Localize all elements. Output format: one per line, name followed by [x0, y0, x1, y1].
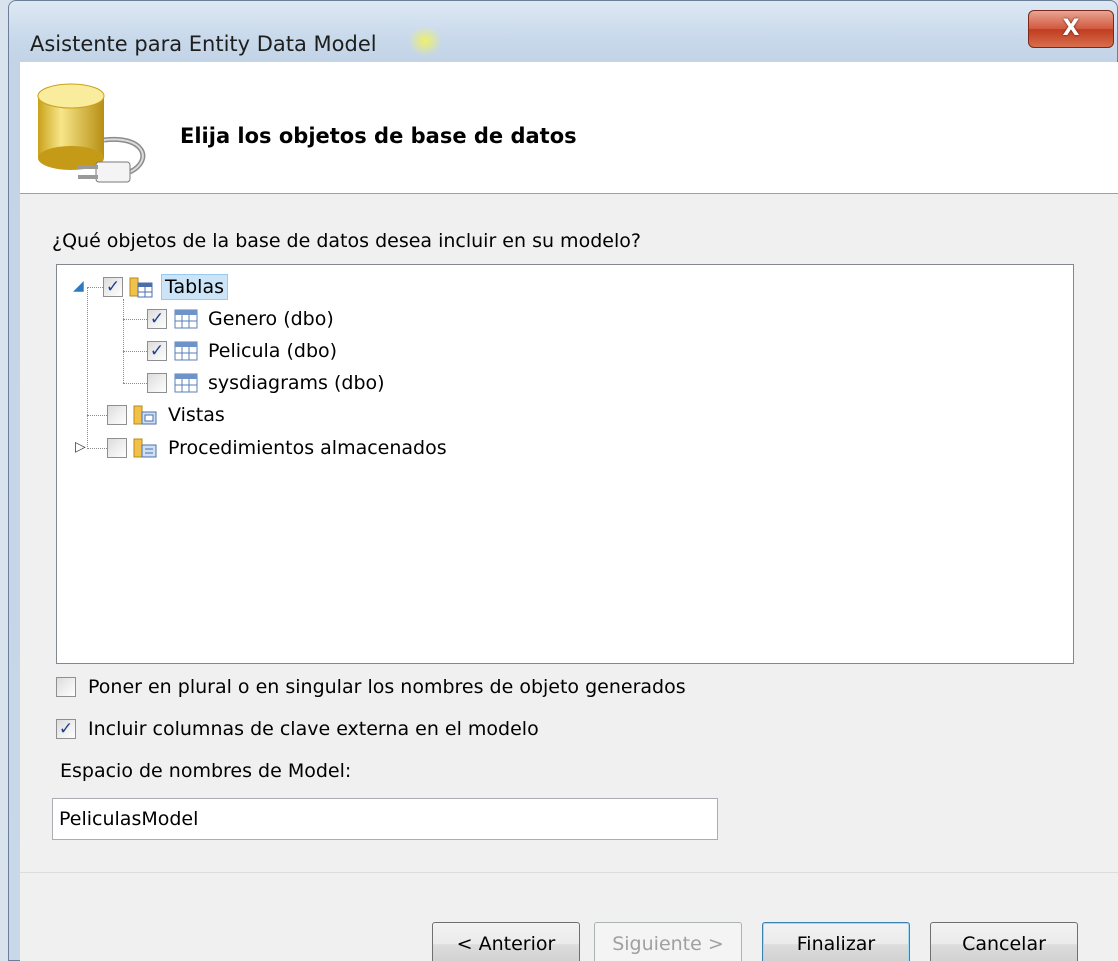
question-label: ¿Qué objetos de la base de datos desea i… [52, 230, 641, 252]
tree-connector [87, 448, 107, 449]
tree-node-tables-label: Tablas [161, 274, 228, 300]
table-icon [174, 309, 198, 329]
foreign-keys-checkbox[interactable]: ✓ [56, 719, 76, 739]
pluralize-label: Poner en plural o en singular los nombre… [88, 676, 686, 698]
tree-node-procedures-label: Procedimientos almacenados [168, 437, 447, 459]
footer-divider [20, 872, 1118, 873]
tree-connector [123, 319, 147, 320]
tree-connector [123, 383, 147, 384]
wizard-header: Elija los objetos de base de datos [20, 62, 1118, 194]
tree-node-genero-label: Genero (dbo) [208, 308, 334, 330]
genero-checkbox[interactable]: ✓ [147, 309, 167, 329]
close-icon: X [1062, 16, 1080, 41]
tree-node-sysdiagrams-label: sysdiagrams (dbo) [208, 372, 385, 394]
tree-connector [87, 287, 88, 449]
window-title: Asistente para Entity Data Model [30, 32, 377, 56]
title-highlight [408, 26, 442, 56]
procedures-checkbox[interactable] [107, 438, 127, 458]
tree-node-genero[interactable]: ✓ Genero (dbo) [147, 304, 337, 334]
expand-arrow-icon[interactable]: ▷ [75, 439, 86, 455]
cancel-button[interactable]: Cancelar [930, 922, 1078, 961]
finish-button[interactable]: Finalizar [762, 922, 910, 961]
pluralize-option[interactable]: Poner en plural o en singular los nombre… [56, 676, 686, 698]
tables-checkbox[interactable]: ✓ [103, 277, 123, 297]
tree-node-sysdiagrams[interactable]: sysdiagrams (dbo) [147, 368, 388, 398]
tree-node-procedures[interactable]: Procedimientos almacenados [107, 433, 450, 463]
views-folder-icon [133, 405, 157, 425]
procedures-folder-icon [133, 438, 157, 458]
database-connection-icon [37, 83, 146, 183]
sysdiagrams-checkbox[interactable] [147, 373, 167, 393]
tree-node-tables[interactable]: ✓ Tablas [103, 272, 228, 302]
tree-connector [123, 299, 124, 383]
foreign-keys-option[interactable]: ✓ Incluir columnas de clave externa en e… [56, 718, 539, 740]
collapse-arrow-icon[interactable]: ◢ [73, 278, 84, 294]
views-checkbox[interactable] [107, 405, 127, 425]
namespace-label: Espacio de nombres de Model: [60, 760, 352, 782]
tree-connector [123, 351, 147, 352]
table-icon [174, 341, 198, 361]
database-objects-tree[interactable]: ◢ ▷ ✓ Tablas ✓ Genero (dbo) ✓ Pelicula (… [56, 264, 1074, 664]
table-icon [174, 373, 198, 393]
foreign-keys-label: Incluir columnas de clave externa en el … [88, 718, 539, 740]
next-button[interactable]: Siguiente > [594, 922, 742, 961]
tree-connector [87, 287, 103, 288]
tables-folder-icon [129, 277, 153, 298]
tree-node-views[interactable]: Vistas [107, 400, 228, 430]
tree-connector [87, 415, 107, 416]
pluralize-checkbox[interactable] [56, 677, 76, 697]
back-button[interactable]: < Anterior [432, 922, 580, 961]
namespace-input[interactable] [52, 798, 718, 840]
page-title: Elija los objetos de base de datos [180, 124, 577, 148]
tree-node-pelicula-label: Pelicula (dbo) [208, 340, 338, 362]
tree-node-pelicula[interactable]: ✓ Pelicula (dbo) [147, 336, 340, 366]
tree-node-views-label: Vistas [168, 404, 225, 426]
pelicula-checkbox[interactable]: ✓ [147, 341, 167, 361]
close-button[interactable]: X [1028, 10, 1114, 48]
wizard-client-area: Elija los objetos de base de datos ¿Qué … [20, 62, 1118, 961]
